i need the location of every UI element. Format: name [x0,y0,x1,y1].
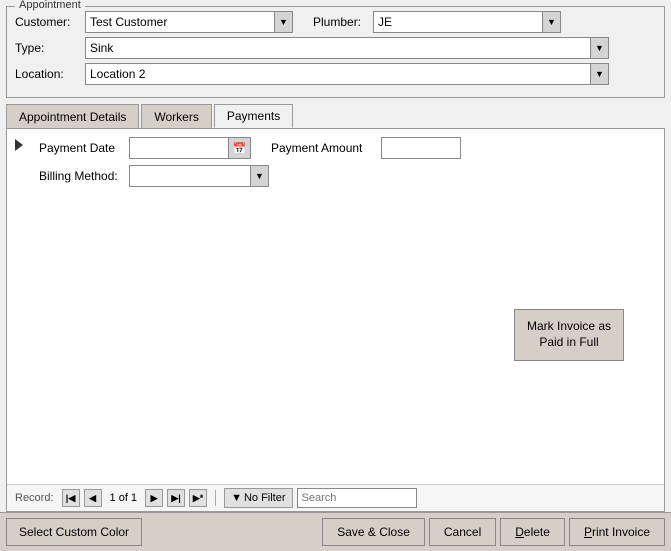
record-count-text: 1 of 1 [110,492,138,504]
plumber-input[interactable] [373,11,543,33]
no-filter-label: No Filter [244,492,286,504]
calendar-button[interactable]: 📅 [229,137,251,159]
delete-button[interactable]: Delete [500,518,565,546]
search-input[interactable] [297,488,417,508]
appointment-group: Appointment Customer: ▼ Plumber: ▼ Type:… [6,6,665,98]
record-new-btn[interactable]: ▶* [189,489,207,507]
type-row: Type: ▼ [15,37,656,59]
record-pointer-arrow [15,139,23,151]
customer-dropdown-btn[interactable]: ▼ [275,11,293,33]
tabs-container: Appointment Details Workers Payments [6,104,665,128]
record-first-btn[interactable]: |◀ [62,489,80,507]
customer-plumber-row: Customer: ▼ Plumber: ▼ [15,11,656,33]
funnel-icon: ▼ [231,492,242,504]
billing-method-row: Billing Method: ▼ [39,165,656,187]
payment-amount-label: Payment Amount [271,141,381,155]
nav-divider [215,490,216,506]
billing-method-input[interactable] [129,165,251,187]
delete-label: Delete [515,525,550,539]
location-dropdown-btn[interactable]: ▼ [591,63,609,85]
payment-date-label: Payment Date [39,141,129,155]
tab-workers[interactable]: Workers [141,104,211,128]
payment-amount-input[interactable] [381,137,461,159]
payment-date-amount-row: Payment Date 📅 Payment Amount [39,137,656,159]
save-close-button[interactable]: Save & Close [322,518,425,546]
billing-method-dropdown-btn[interactable]: ▼ [251,165,269,187]
tab-content: Payment Date 📅 Payment Amount Billing Me… [6,128,665,512]
tab-payments[interactable]: Payments [214,104,293,128]
payment-date-input[interactable] [129,137,229,159]
customer-input[interactable] [85,11,275,33]
select-custom-color-button[interactable]: Select Custom Color [6,518,142,546]
record-label: Record: [15,492,54,504]
appointment-legend: Appointment [15,0,85,11]
record-next-btn[interactable]: ▶ [145,489,163,507]
plumber-label: Plumber: [313,15,373,29]
tab-appointment-details[interactable]: Appointment Details [6,104,139,128]
customer-label: Customer: [15,15,85,29]
record-last-btn[interactable]: ▶| [167,489,185,507]
plumber-dropdown-btn[interactable]: ▼ [543,11,561,33]
print-invoice-label: Print Invoice [584,525,650,539]
type-label: Type: [15,41,85,55]
location-row: Location: ▼ [15,63,656,85]
cancel-label: Cancel [444,525,481,539]
save-close-label: Save & Close [337,525,410,539]
no-filter-btn[interactable]: ▼ No Filter [224,488,292,508]
print-invoice-button[interactable]: Print Invoice [569,518,665,546]
payment-fields: Payment Date 📅 Payment Amount Billing Me… [39,137,656,187]
mark-invoice-button[interactable]: Mark Invoice as Paid in Full [514,309,624,361]
main-container: Appointment Customer: ▼ Plumber: ▼ Type:… [0,0,671,551]
billing-method-label: Billing Method: [39,169,129,183]
type-dropdown-btn[interactable]: ▼ [591,37,609,59]
cancel-button[interactable]: Cancel [429,518,496,546]
select-color-label: Select Custom Color [19,525,129,539]
record-prev-btn[interactable]: ◀ [84,489,102,507]
type-input[interactable] [85,37,591,59]
location-label: Location: [15,67,85,81]
plumber-section: Plumber: ▼ [313,11,561,33]
bottom-toolbar: Select Custom Color Save & Close Cancel … [0,512,671,551]
location-input[interactable] [85,63,591,85]
record-nav-bar: Record: |◀ ◀ 1 of 1 ▶ ▶| ▶* ▼ No Filter [7,484,664,511]
payments-tab-inner: Payment Date 📅 Payment Amount Billing Me… [7,129,664,484]
